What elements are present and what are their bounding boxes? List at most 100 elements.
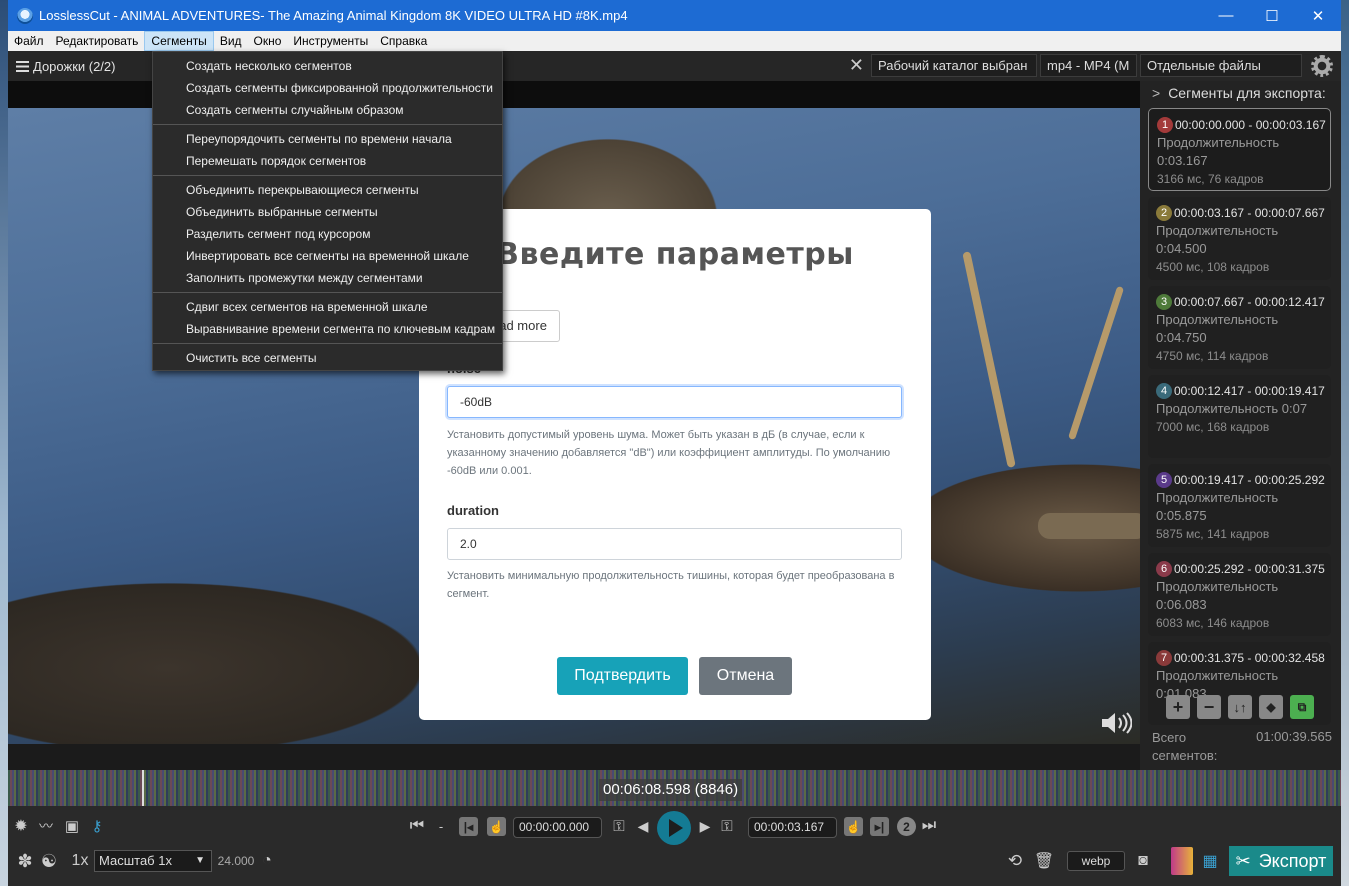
tracks-button[interactable]: Дорожки (2/2)	[16, 59, 115, 74]
duration-input[interactable]: 2.0	[447, 528, 902, 560]
media-icon[interactable]	[1171, 847, 1193, 875]
menu-item-clear-all[interactable]: Очистить все сегменты	[153, 347, 502, 369]
settings-icon[interactable]: ✹	[12, 817, 30, 835]
menu-item-create-random[interactable]: Создать сегменты случайным образом	[153, 99, 502, 121]
total-label: Всего сегментов:	[1152, 730, 1218, 763]
segment-item[interactable]: 3 00:00:07.667 - 00:00:12.417 Продолжитель…	[1148, 286, 1331, 369]
segment-range: 00:00:12.417 - 00:00:19.417	[1174, 384, 1325, 398]
segment-range: 00:00:31.375 - 00:00:32.458	[1174, 651, 1325, 665]
speedometer-icon[interactable]: ◔	[257, 850, 277, 872]
key-icon[interactable]: ⚷	[88, 817, 106, 835]
calendar-icon[interactable]: ▦	[1199, 850, 1221, 872]
cancel-button[interactable]: Отмена	[699, 657, 792, 695]
menu-separator	[153, 175, 502, 176]
sort-icon[interactable]: ↓↑	[1228, 695, 1252, 719]
list-icon	[16, 60, 29, 72]
menu-item-align-keyframes[interactable]: Выравнивание времени сегмента по ключевы…	[153, 318, 502, 340]
segment-number: 4	[1156, 383, 1172, 399]
format-select[interactable]: mp4 - MP4 (M	[1040, 54, 1137, 77]
menu-separator	[153, 343, 502, 344]
app-window: LosslessCut - ANIMAL ADVENTURES- The Ama…	[8, 0, 1341, 886]
export-label: Экспорт	[1258, 850, 1327, 871]
jump-end-icon[interactable]: ⏭	[922, 817, 936, 835]
jump-segment-start-icon[interactable]: |◂	[459, 817, 478, 836]
yin-yang-icon[interactable]: ☯	[38, 850, 60, 872]
menu-help[interactable]: Справка	[374, 31, 433, 51]
jump-start-icon[interactable]: ⏮	[410, 817, 424, 835]
menu-item-shift[interactable]: Сдвиг всех сегментов на временной шкале	[153, 296, 502, 318]
timeline[interactable]: 00:06:08.598 (8846)	[8, 770, 1341, 806]
set-start-icon[interactable]: ☝	[487, 817, 506, 836]
workdir-button[interactable]: Рабочий каталог выбран	[871, 54, 1037, 77]
menu-item-create-fixed[interactable]: Создать сегменты фиксированной продолжит…	[153, 77, 502, 99]
start-time-field[interactable]: 00:00:00.000	[513, 817, 602, 838]
segment-duration-label: Продолжительность	[1156, 223, 1279, 238]
export-button[interactable]: ✂ Экспорт	[1229, 846, 1333, 876]
split-segments-icon[interactable]: ⧉	[1290, 695, 1314, 719]
add-segment-icon[interactable]: +	[1166, 695, 1190, 719]
segment-frames: 4500 мс, 108 кадров	[1156, 260, 1270, 274]
key-icon[interactable]: ⚿	[716, 817, 738, 835]
confirm-button[interactable]: Подтвердить	[557, 657, 688, 695]
menu-item-split-at-cursor[interactable]: Разделить сегмент под курсором	[153, 223, 502, 245]
menu-file[interactable]: Файл	[8, 31, 50, 51]
noise-input[interactable]: -60dB	[447, 386, 902, 418]
zoom-select[interactable]: Масштаб 1x ▼	[94, 850, 212, 872]
step-back-icon[interactable]: ◀	[636, 817, 650, 835]
key-icon[interactable]: ⚿	[608, 817, 630, 835]
volume-icon[interactable]	[1100, 712, 1132, 734]
menu-item-reorder[interactable]: Переупорядочить сегменты по времени нача…	[153, 128, 502, 150]
speed-label[interactable]: 1x	[68, 850, 92, 872]
chevron-right-icon[interactable]: >	[1152, 85, 1160, 101]
title-bar: LosslessCut - ANIMAL ADVENTURES- The Ama…	[8, 0, 1341, 31]
output-mode-select[interactable]: Отдельные файлы	[1140, 54, 1302, 77]
menu-item-fill-gaps[interactable]: Заполнить промежутки между сегментами	[153, 267, 502, 289]
segment-item[interactable]: 1 00:00:00.000 - 00:00:03.167 Продолжитель…	[1148, 108, 1331, 191]
menu-view[interactable]: Вид	[214, 31, 248, 51]
segments-header: > Сегменты для экспорта:	[1140, 81, 1341, 105]
image-icon[interactable]: ▣	[62, 817, 82, 835]
duration-label: duration	[447, 503, 499, 518]
segment-range-row: 4 00:00:12.417 - 00:00:19.417	[1156, 382, 1331, 400]
gear-icon[interactable]	[1311, 54, 1333, 77]
rotate-icon[interactable]: ⟲	[1004, 850, 1026, 872]
segment-item[interactable]: 4 00:00:12.417 - 00:00:19.417 Продолжитель…	[1148, 375, 1331, 458]
timecode: 00:06:08.598 (8846)	[599, 779, 743, 801]
end-time-field[interactable]: 00:00:03.167	[748, 817, 837, 838]
remove-segment-icon[interactable]: −	[1197, 695, 1221, 719]
close-icon[interactable]: ✕	[849, 55, 864, 76]
segment-item[interactable]: 2 00:00:03.167 - 00:00:07.667 Продолжитель…	[1148, 197, 1331, 280]
menu-window[interactable]: Окно	[248, 31, 288, 51]
menu-item-create-multiple[interactable]: Создать несколько сегментов	[153, 55, 502, 77]
set-end-icon[interactable]: ☝	[844, 817, 863, 836]
playhead[interactable]	[142, 770, 144, 806]
menu-item-shuffle[interactable]: Перемешать порядок сегментов	[153, 150, 502, 172]
jump-segment-end-icon[interactable]: ▸|	[870, 817, 889, 836]
segment-item[interactable]: 5 00:00:19.417 - 00:00:25.292 Продолжитель…	[1148, 464, 1331, 547]
camera-icon[interactable]: ◙	[1132, 850, 1154, 872]
segment-range-row: 2 00:00:03.167 - 00:00:07.667	[1156, 204, 1331, 222]
waveform-icon[interactable]: 〰	[35, 817, 57, 835]
menu-item-merge-overlapping[interactable]: Объединить перекрывающиеся сегменты	[153, 179, 502, 201]
maximize-button[interactable]: ☐	[1249, 0, 1295, 31]
close-button[interactable]: ✕	[1295, 0, 1341, 31]
segment-range: 00:00:19.417 - 00:00:25.292	[1174, 473, 1325, 487]
menu-item-invert[interactable]: Инвертировать все сегменты на временной …	[153, 245, 502, 267]
trash-icon[interactable]: 🗑	[1034, 850, 1054, 872]
lossless-icon[interactable]: ✽	[14, 850, 36, 872]
menu-segments[interactable]: Сегменты	[144, 31, 214, 51]
segment-duration: 0:04.500	[1156, 241, 1207, 256]
segment-number: 2	[1156, 205, 1172, 221]
play-button[interactable]	[657, 811, 691, 845]
menu-tools[interactable]: Инструменты	[287, 31, 374, 51]
minimize-button[interactable]: —	[1203, 0, 1249, 31]
segment-duration: 0:03.167	[1157, 153, 1208, 168]
menu-item-merge-selected[interactable]: Объединить выбранные сегменты	[153, 201, 502, 223]
snapshot-format-select[interactable]: webp	[1067, 851, 1125, 871]
zoom-value: Масштаб 1x	[99, 853, 172, 868]
segments-total: Всего сегментов: 01:00:39.565	[1152, 729, 1332, 765]
tag-icon[interactable]: ◆	[1259, 695, 1283, 719]
menu-edit[interactable]: Редактировать	[50, 31, 145, 51]
segment-item[interactable]: 6 00:00:25.292 - 00:00:31.375 Продолжитель…	[1148, 553, 1331, 636]
step-forward-icon[interactable]: ▶	[698, 817, 712, 835]
